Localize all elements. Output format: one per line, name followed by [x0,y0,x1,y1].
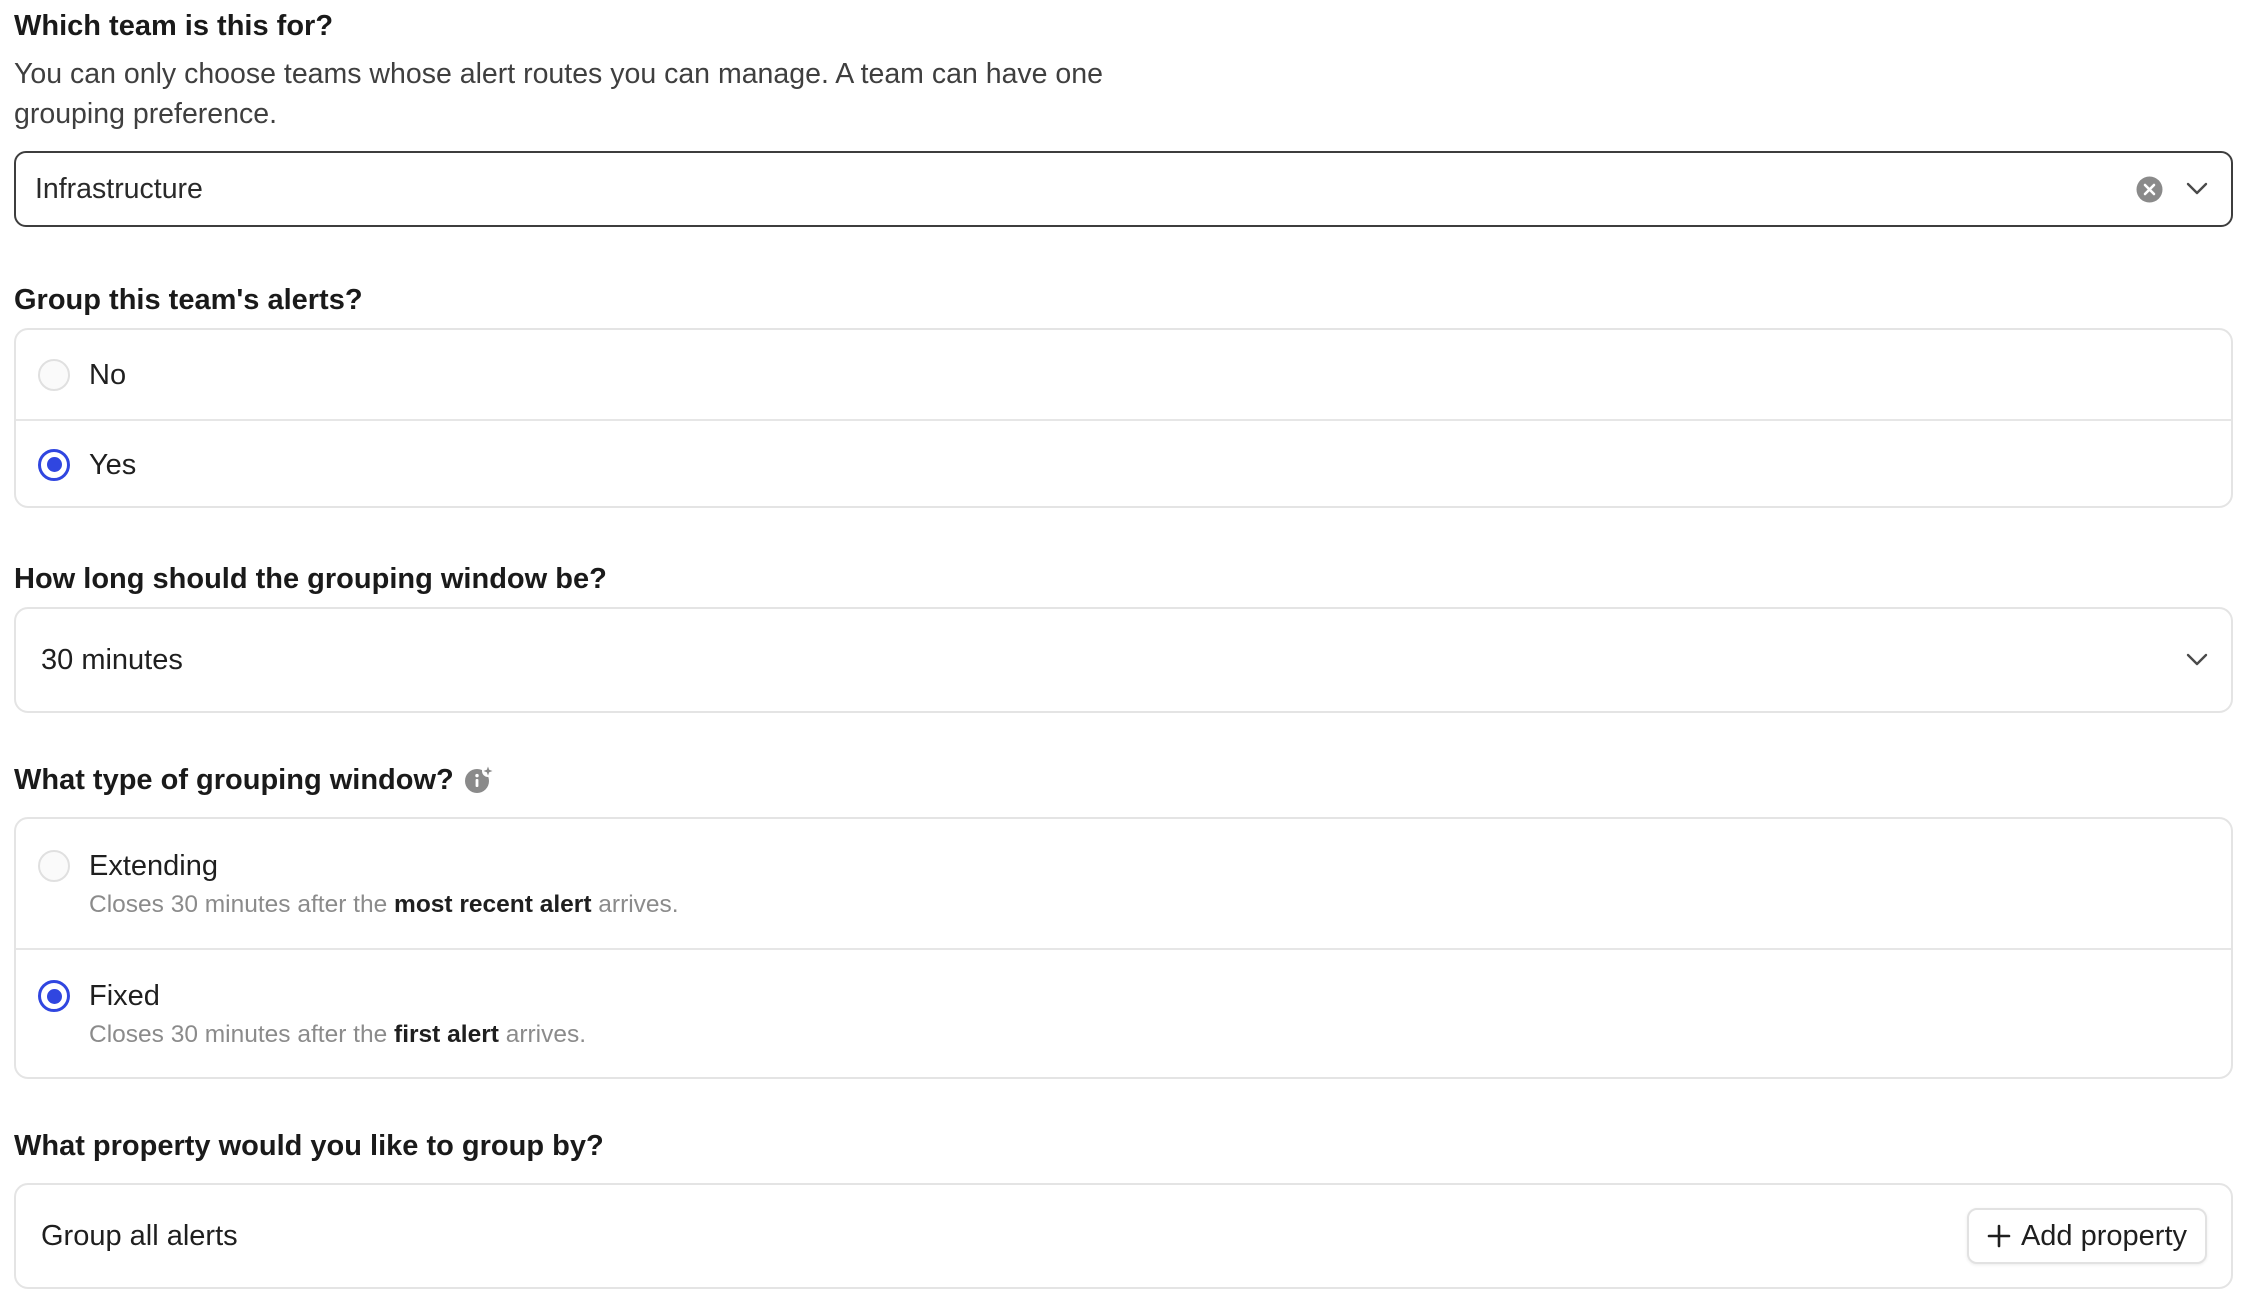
group-alerts-label: Group this team's alerts? [14,284,363,316]
window-length-label: How long should the grouping window be? [14,563,607,595]
radio-option-fixed[interactable]: Fixed Closes 30 minutes after the first … [16,948,2231,1077]
window-type-label-row: What type of grouping window? [14,762,494,798]
team-label: Which team is this for? [14,10,334,42]
extending-description: Closes 30 minutes after the most recent … [89,891,679,918]
radio-yes-label: Yes [89,448,137,481]
radio-option-extending[interactable]: Extending Closes 30 minutes after the mo… [16,819,2231,948]
add-property-button[interactable]: Add property [1966,1208,2207,1264]
grouping-preference-form: Which team is this for? You can only cho… [0,0,2246,1310]
clear-icon[interactable] [2136,176,2163,203]
window-length-select[interactable]: 30 minutes [14,607,2233,713]
window-type-radio-group: Extending Closes 30 minutes after the mo… [14,817,2233,1079]
info-sparkle-icon[interactable] [464,765,494,795]
team-value: Infrastructure [35,172,203,205]
group-by-value: Group all alerts [41,1219,238,1252]
radio-no-label: No [89,358,127,391]
group-by-card: Group all alerts Add property [14,1183,2233,1289]
fixed-description: Closes 30 minutes after the first alert … [89,1021,587,1048]
radio-fixed-indicator[interactable] [38,980,70,1012]
plus-icon [1987,1224,2011,1248]
team-help-text: You can only choose teams whose alert ro… [14,58,1103,130]
group-alerts-radio-group: No Yes [14,328,2233,508]
radio-option-yes[interactable]: Yes [16,419,2231,506]
radio-extending-indicator[interactable] [38,850,70,882]
team-combobox[interactable]: Infrastructure [14,151,2233,227]
extending-label: Extending [89,850,218,882]
radio-no-indicator[interactable] [38,358,70,391]
add-property-label: Add property [2020,1219,2187,1252]
chevron-down-icon[interactable] [2185,177,2209,201]
window-type-label: What type of grouping window? [14,764,454,796]
radio-yes-indicator[interactable] [38,448,70,481]
radio-option-no[interactable]: No [16,330,2231,419]
group-by-label: What property would you like to group by… [14,1130,604,1162]
window-length-value: 30 minutes [41,643,183,676]
fixed-label: Fixed [89,980,160,1012]
chevron-down-icon[interactable] [2185,648,2209,672]
